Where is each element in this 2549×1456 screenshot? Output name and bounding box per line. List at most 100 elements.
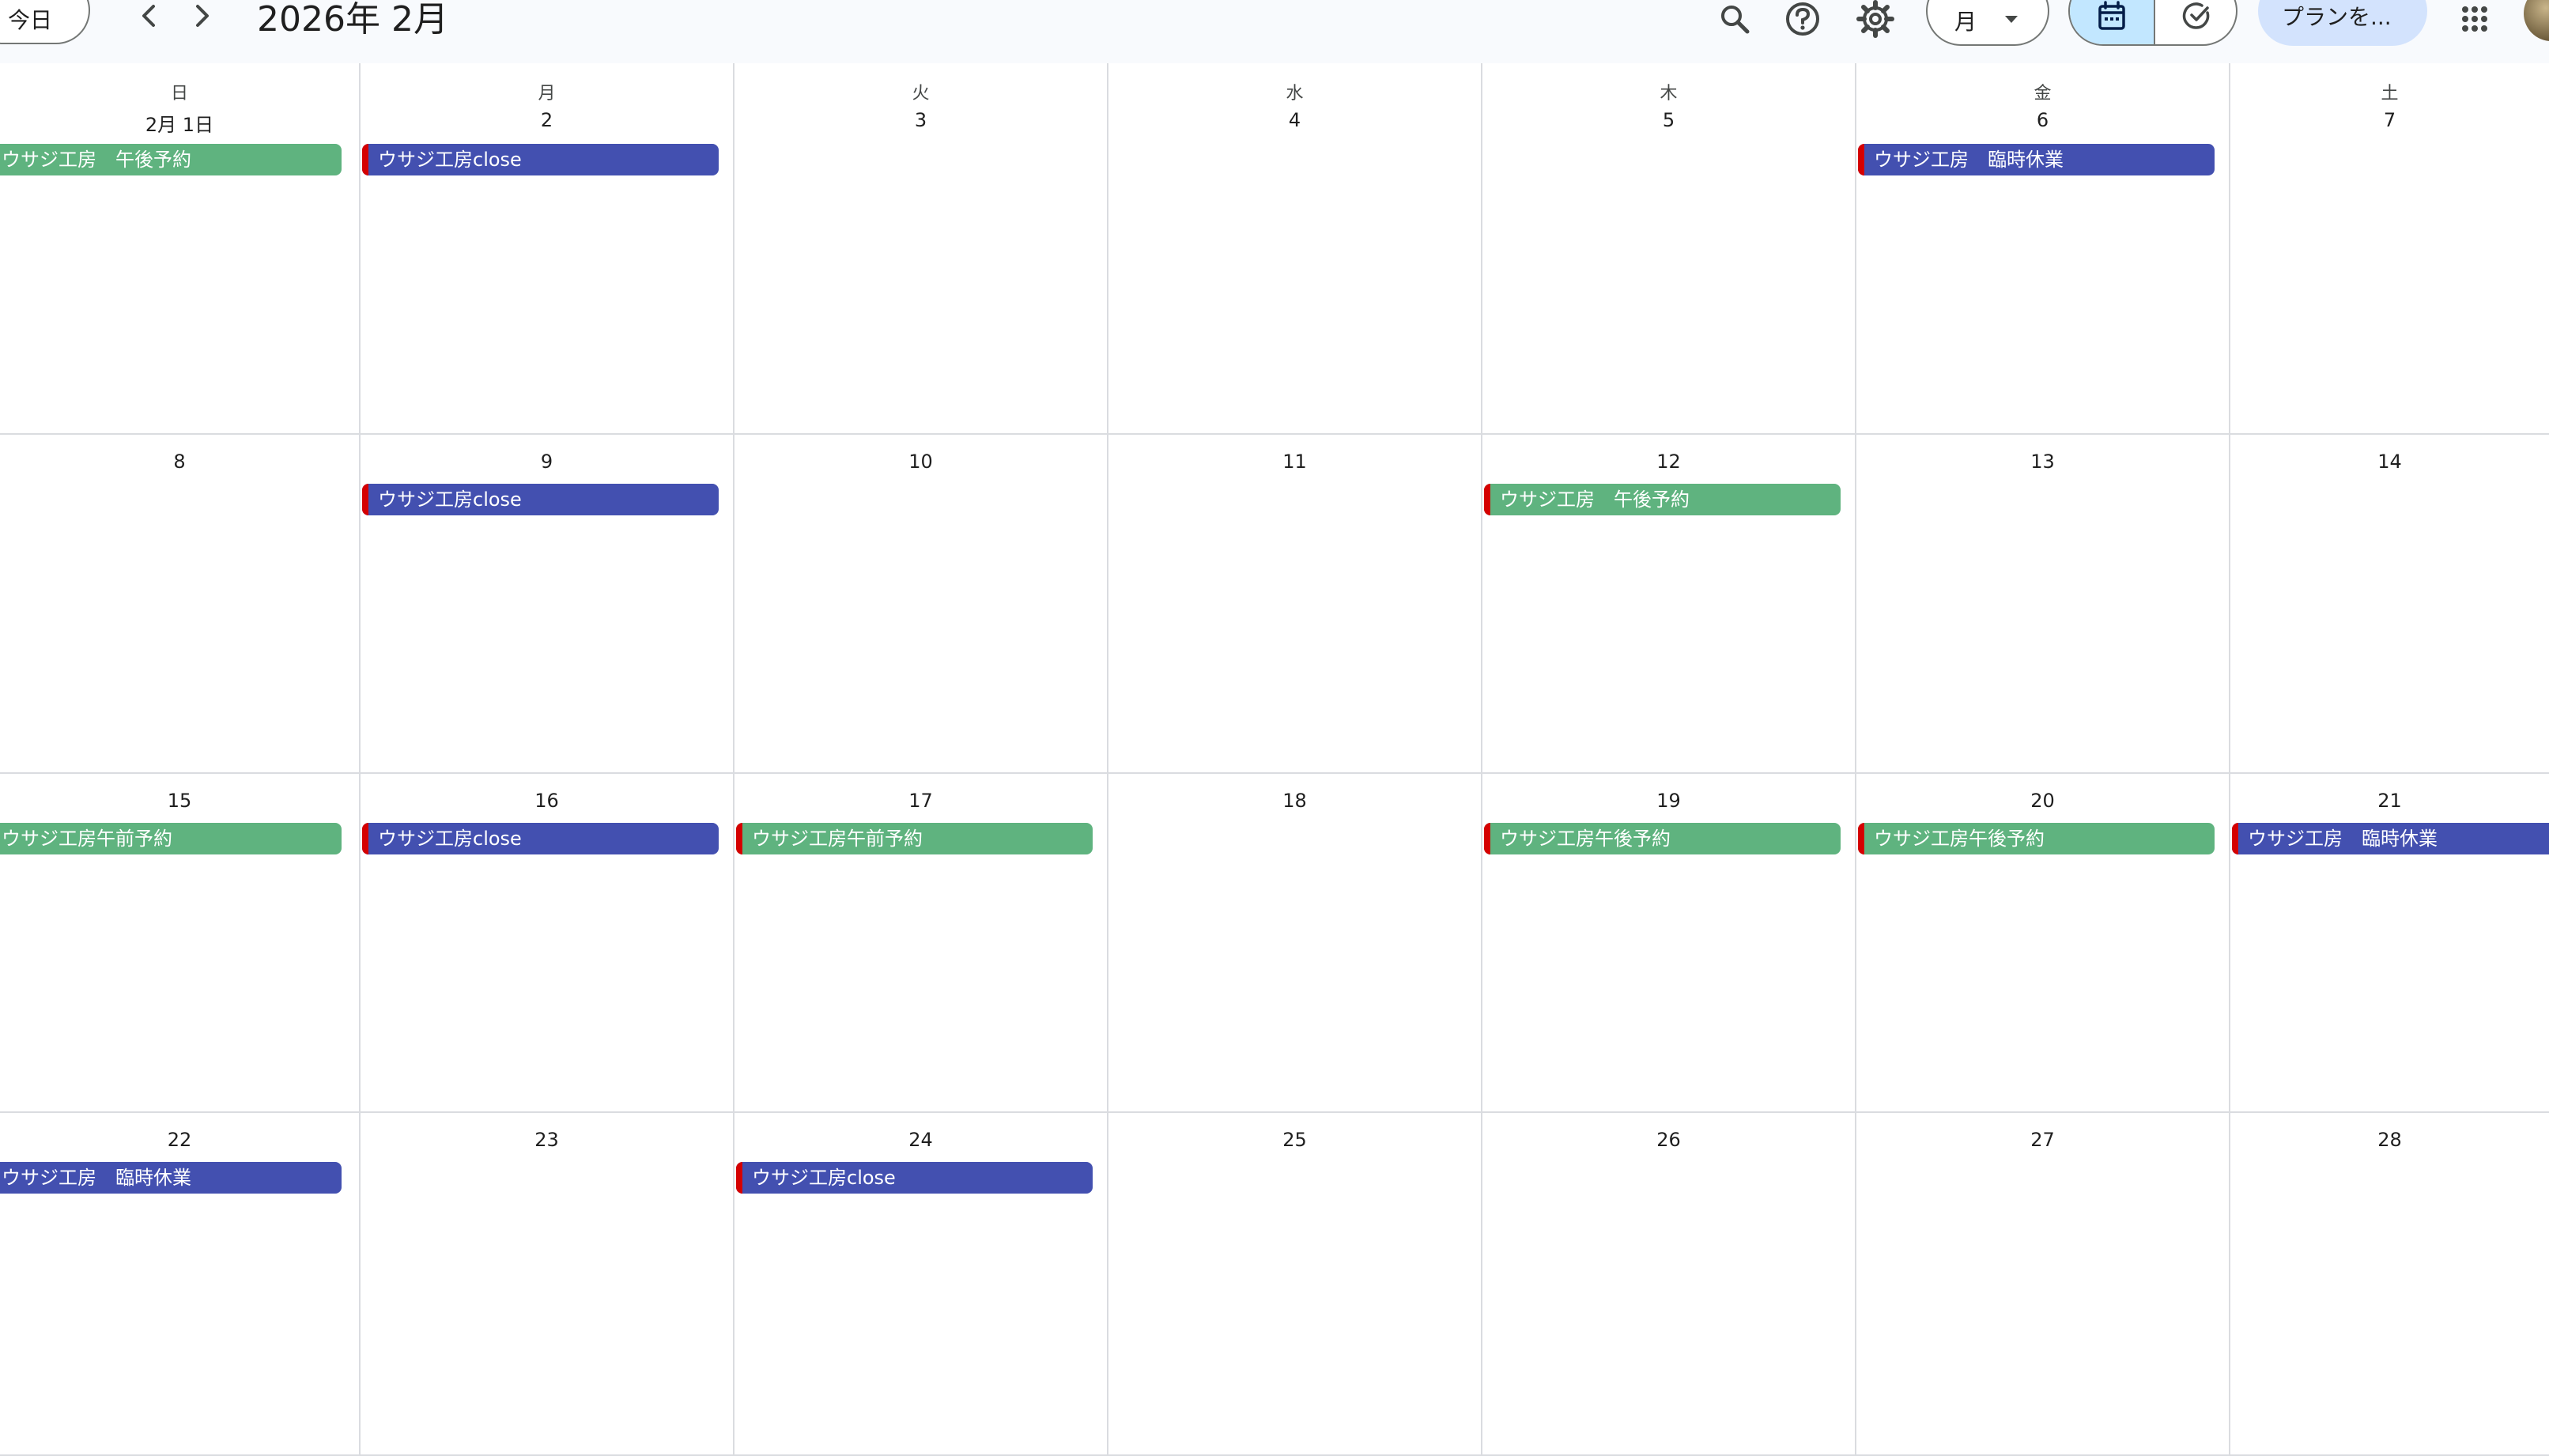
day-cell[interactable]: 24 ウサジ工房close [734,1113,1108,1456]
view-selector-dropdown[interactable]: 月 [1926,0,2049,46]
day-number[interactable]: 25 [1108,1129,1481,1151]
today-button[interactable]: 今日 [0,0,90,44]
day-cell[interactable]: 月 2 ウサジ工房close [361,63,734,435]
day-number[interactable]: 7 [2230,109,2549,131]
day-cell[interactable]: 20 ウサジ工房午後予約 [1856,774,2230,1113]
day-number[interactable]: 20 [1856,790,2229,812]
day-cell[interactable]: 土7 [2230,63,2549,435]
day-cell[interactable]: 27 [1856,1113,2230,1456]
day-cell[interactable]: 22 ウサジ工房 臨時休業 [0,1113,361,1456]
apps-button[interactable] [2451,0,2498,43]
weekday-header: 月 [538,84,556,104]
settings-button[interactable] [1852,0,1899,43]
day-number[interactable]: 21 [2230,790,2549,812]
day-number[interactable]: 17 [734,790,1107,812]
plan-button[interactable]: プランを... [2258,0,2427,46]
weekday-header: 水 [1286,84,1304,104]
day-cell[interactable]: 14 [2230,435,2549,774]
calendar-event[interactable]: ウサジ工房 午後予約 [1484,484,1841,515]
calendar-event[interactable]: ウサジ工房 午後予約 [0,144,342,175]
search-button[interactable] [1711,0,1758,43]
day-cell[interactable]: 9 ウサジ工房close [361,435,734,774]
day-cell[interactable]: 13 [1856,435,2230,774]
day-cell[interactable]: 17 ウサジ工房午前予約 [734,774,1108,1113]
plan-button-label: プランを... [2282,4,2392,30]
day-cell[interactable]: 火3 [734,63,1108,435]
day-cell[interactable]: 12 ウサジ工房 午後予約 [1482,435,1856,774]
weekday-header: 金 [2034,84,2052,104]
weekday-header: 日 [170,84,188,104]
day-number[interactable]: 15 [0,790,359,812]
calendar-event[interactable]: ウサジ工房 臨時休業 [2232,823,2549,854]
day-number[interactable]: 13 [1856,451,2229,473]
day-number[interactable]: 14 [2230,451,2549,473]
day-number[interactable]: 18 [1108,790,1481,812]
day-number[interactable]: 24 [734,1129,1107,1151]
calendar-event[interactable]: ウサジ工房 臨時休業 [1858,144,2215,175]
page-title: 2026年 2月 [257,0,448,40]
view-toggle [2068,0,2237,46]
chevron-left-icon [142,5,155,27]
day-number[interactable]: 5 [1482,109,1855,131]
apps-grid-icon [2462,6,2487,32]
day-number[interactable]: 28 [2230,1129,2549,1151]
next-month-button[interactable] [183,0,218,33]
month-grid: 日 2月 1日 ウサジ工房 午後予約月 2 ウサジ工房close 火 3 水 4 木 5 金 6 ウサジ工… [0,63,2549,1456]
day-cell[interactable]: 日 2月 1日ウサジ工房 午後予約 [0,63,361,435]
day-number[interactable]: 2月 1日 [0,109,359,137]
weekday-header: 土 [2381,84,2399,104]
chevron-right-icon [196,5,209,27]
calendar-event[interactable]: ウサジ工房午前予約 [0,823,342,854]
day-cell[interactable]: 水4 [1108,63,1482,435]
calendar-event[interactable]: ウサジ工房午前予約 [736,823,1093,854]
day-number[interactable]: 27 [1856,1129,2229,1151]
calendar-event[interactable]: ウサジ工房close [362,823,719,854]
day-cell[interactable]: 18 [1108,774,1482,1113]
day-number[interactable]: 9 [361,451,733,473]
day-number[interactable]: 26 [1482,1129,1855,1151]
day-number[interactable]: 3 [734,109,1107,131]
tasks-view-toggle[interactable] [2155,0,2236,44]
day-number[interactable]: 19 [1482,790,1855,812]
calendar-event[interactable]: ウサジ工房close [736,1162,1093,1194]
search-icon [1721,6,1750,34]
day-number[interactable]: 11 [1108,451,1481,473]
day-cell[interactable]: 10 [734,435,1108,774]
day-number[interactable]: 2 [361,109,733,131]
day-number[interactable]: 23 [361,1129,733,1151]
calendar-event[interactable]: ウサジ工房午後予約 [1484,823,1841,854]
view-selector-label: 月 [1954,9,1977,35]
help-icon [1786,2,1819,36]
day-cell[interactable]: 23 [361,1113,734,1456]
avatar[interactable] [2524,0,2549,41]
calendar-icon [2098,1,2125,30]
calendar-view-toggle[interactable] [2070,0,2155,44]
day-number[interactable]: 22 [0,1129,359,1151]
calendar-event[interactable]: ウサジ工房午後予約 [1858,823,2215,854]
day-number[interactable]: 6 [1856,109,2229,131]
day-number[interactable]: 12 [1482,451,1855,473]
day-cell[interactable]: 28 [2230,1113,2549,1456]
calendar-event[interactable]: ウサジ工房close [362,484,719,515]
day-cell[interactable]: 16 ウサジ工房close [361,774,734,1113]
top-bar: 今日 2026年 2月 月 プランを... [0,0,2549,63]
day-number[interactable]: 4 [1108,109,1481,131]
day-number[interactable]: 8 [0,451,359,473]
day-cell[interactable]: 金 6 ウサジ工房 臨時休業 [1856,63,2230,435]
day-cell[interactable]: 26 [1482,1113,1856,1456]
previous-month-button[interactable] [133,0,168,33]
weekday-header: 木 [1660,84,1678,104]
day-cell[interactable]: 15 ウサジ工房午前予約 [0,774,361,1113]
today-button-label: 今日 [8,7,53,33]
day-number[interactable]: 10 [734,451,1107,473]
day-number[interactable]: 16 [361,790,733,812]
calendar-event[interactable]: ウサジ工房close [362,144,719,175]
help-button[interactable] [1779,0,1826,43]
day-cell[interactable]: 11 [1108,435,1482,774]
calendar-event[interactable]: ウサジ工房 臨時休業 [0,1162,342,1194]
day-cell[interactable]: 8 [0,435,361,774]
day-cell[interactable]: 21 ウサジ工房 臨時休業 [2230,774,2549,1113]
day-cell[interactable]: 木5 [1482,63,1856,435]
day-cell[interactable]: 25 [1108,1113,1482,1456]
day-cell[interactable]: 19 ウサジ工房午後予約 [1482,774,1856,1113]
